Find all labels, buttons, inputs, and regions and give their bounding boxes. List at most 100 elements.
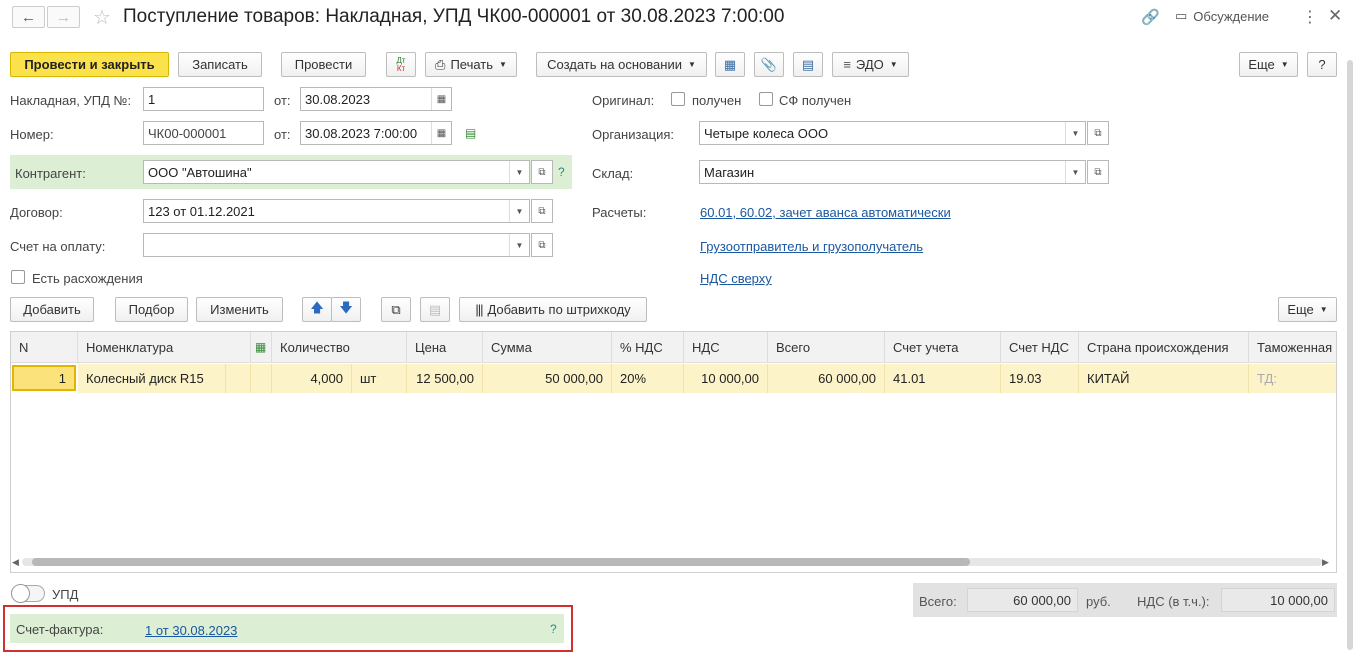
chevron-down-icon[interactable]: ▼: [509, 200, 529, 222]
discussion-button[interactable]: ▭ Обсуждение: [1175, 8, 1269, 24]
payment-account-field[interactable]: ▼: [143, 233, 530, 257]
history-icon[interactable]: ▤: [465, 126, 476, 140]
move-up-button[interactable]: 🡅: [302, 297, 332, 322]
forward-button[interactable]: →: [47, 6, 80, 28]
discrepancies-checkbox[interactable]: [11, 270, 25, 284]
column-header[interactable]: N: [11, 332, 78, 363]
column-header[interactable]: Таможенная: [1249, 332, 1336, 363]
calendar-icon[interactable]: ▦: [431, 122, 451, 144]
shipper-link[interactable]: Грузоотправитель и грузополучатель: [700, 239, 923, 254]
help-button[interactable]: ?: [1307, 52, 1337, 77]
cell-barcode[interactable]: [251, 364, 272, 393]
organization-field[interactable]: Четыре колеса ООО ▼: [699, 121, 1086, 145]
cell-vat-rate[interactable]: 20%: [612, 364, 684, 393]
vat-link[interactable]: НДС сверху: [700, 271, 772, 286]
chevron-down-icon[interactable]: ▼: [509, 234, 529, 256]
cell-vat-account[interactable]: 19.03: [1001, 364, 1079, 393]
counterparty-field[interactable]: ООО "Автошина" ▼: [143, 160, 530, 184]
copy-button[interactable]: ⧉: [381, 297, 411, 322]
cell-qty[interactable]: 4,000: [272, 364, 352, 393]
number-field[interactable]: ЧК00-000001: [143, 121, 264, 145]
dt-kt-button[interactable]: Дт Кт: [386, 52, 416, 77]
calendar-icon[interactable]: ▦: [431, 88, 451, 110]
cell-account[interactable]: 41.01: [885, 364, 1001, 393]
attach-button[interactable]: 📎: [754, 52, 784, 77]
invoice-number-field[interactable]: 1: [143, 87, 264, 111]
post-close-button[interactable]: Провести и закрыть: [10, 52, 169, 77]
add-row-button[interactable]: Добавить: [10, 297, 94, 322]
journal-button[interactable]: ▤: [793, 52, 823, 77]
column-header[interactable]: Сумма: [483, 332, 612, 363]
open-warehouse-button[interactable]: ⧉: [1087, 160, 1109, 184]
write-button[interactable]: Записать: [178, 52, 262, 77]
column-header[interactable]: % НДС: [612, 332, 684, 363]
cell-sum[interactable]: 50 000,00: [483, 364, 612, 393]
open-organization-button[interactable]: ⧉: [1087, 121, 1109, 145]
close-icon[interactable]: ✕: [1328, 6, 1342, 26]
cell-country[interactable]: КИТАЙ: [1079, 364, 1249, 393]
upd-toggle-knob[interactable]: [11, 584, 30, 603]
invoice-date-value: 30.08.2023: [305, 91, 371, 107]
column-header[interactable]: Номенклатура: [78, 332, 251, 363]
warehouse-value: Магазин: [704, 164, 755, 180]
paste-button[interactable]: ▤: [420, 297, 450, 322]
scroll-right-icon[interactable]: ▶: [1322, 557, 1329, 568]
column-header[interactable]: Страна происхождения: [1079, 332, 1249, 363]
settlements-link[interactable]: 60.01, 60.02, зачет аванса автоматически: [700, 205, 951, 220]
open-counterparty-button[interactable]: ⧉: [531, 160, 553, 184]
cell-vat[interactable]: 10 000,00: [684, 364, 768, 393]
column-header[interactable]: Количество: [272, 332, 407, 363]
favorite-star-icon[interactable]: ☆: [93, 5, 111, 30]
move-down-button[interactable]: 🡇: [331, 297, 361, 322]
goods-table[interactable]: N Номенклатура ▦ Количество Цена Сумма %…: [10, 331, 1337, 573]
received-checkbox[interactable]: [671, 92, 685, 106]
column-header[interactable]: Цена: [407, 332, 483, 363]
scroll-left-icon[interactable]: ◀: [12, 557, 19, 568]
cell-price[interactable]: 12 500,00: [407, 364, 483, 393]
cell-customs[interactable]: ТД:: [1249, 364, 1336, 393]
link-icon[interactable]: 🔗: [1141, 8, 1160, 26]
arrow-right-icon: →: [56, 8, 71, 26]
pick-button[interactable]: Подбор: [115, 297, 188, 322]
chevron-down-icon[interactable]: ▼: [1065, 122, 1085, 144]
column-header[interactable]: НДС: [684, 332, 768, 363]
post-button[interactable]: Провести: [281, 52, 366, 77]
sf-received-checkbox[interactable]: [759, 92, 773, 106]
counterparty-help-icon[interactable]: ?: [558, 165, 565, 179]
open-contract-button[interactable]: ⧉: [531, 199, 553, 223]
print-button[interactable]: ⎙ Печать ▼: [425, 52, 517, 77]
create-based-button[interactable]: Создать на основании ▼: [536, 52, 707, 77]
open-payment-account-button[interactable]: ⧉: [531, 233, 553, 257]
contract-field[interactable]: 123 от 01.12.2021 ▼: [143, 199, 530, 223]
column-header[interactable]: Счет НДС: [1001, 332, 1079, 363]
printer-icon: ⎙: [435, 56, 446, 72]
cell-item-extra[interactable]: [226, 364, 251, 393]
cell-item[interactable]: Колесный диск R15: [78, 364, 226, 393]
back-button[interactable]: ←: [12, 6, 45, 28]
edit-button[interactable]: Изменить: [196, 297, 283, 322]
chevron-down-icon[interactable]: ▼: [509, 161, 529, 183]
vertical-scrollbar[interactable]: [1347, 60, 1353, 650]
payment-account-label: Счет на оплату:: [10, 239, 106, 254]
number-date-field[interactable]: 30.08.2023 7:00:00 ▦: [300, 121, 452, 145]
edo-button[interactable]: ≡ ЭДО ▼: [832, 52, 909, 77]
barcode-column-header[interactable]: ▦: [251, 332, 272, 363]
cell-n[interactable]: 1: [12, 365, 76, 391]
invoice-date-field[interactable]: 30.08.2023 ▦: [300, 87, 452, 111]
open-icon: ⧉: [1094, 166, 1102, 178]
open-icon: ⧉: [538, 239, 546, 251]
more-vert-icon[interactable]: ⋮: [1302, 7, 1318, 27]
structure-button[interactable]: ▦: [715, 52, 745, 77]
add-barcode-button[interactable]: ||| Добавить по штрихкоду: [459, 297, 647, 322]
page-title: Поступление товаров: Накладная, УПД ЧК00…: [123, 6, 785, 27]
column-header[interactable]: Всего: [768, 332, 885, 363]
cell-total[interactable]: 60 000,00: [768, 364, 885, 393]
arrow-left-icon: ←: [21, 8, 36, 26]
chevron-down-icon[interactable]: ▼: [1065, 161, 1085, 183]
cell-unit[interactable]: шт: [352, 364, 407, 393]
more-button[interactable]: Еще ▼: [1239, 52, 1298, 77]
column-header[interactable]: Счет учета: [885, 332, 1001, 363]
scrollbar-thumb[interactable]: [32, 558, 970, 566]
table-more-button[interactable]: Еще ▼: [1278, 297, 1337, 322]
warehouse-field[interactable]: Магазин ▼: [699, 160, 1086, 184]
